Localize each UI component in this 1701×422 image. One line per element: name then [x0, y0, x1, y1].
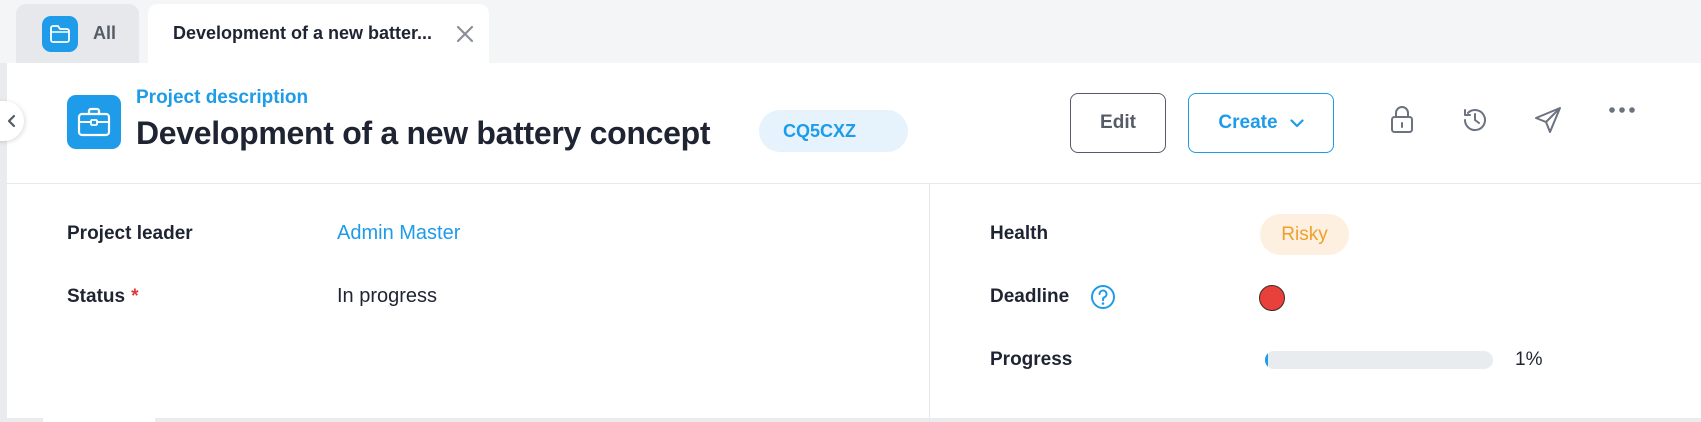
briefcase-icon	[67, 95, 121, 149]
close-icon[interactable]	[453, 22, 477, 46]
create-button-label: Create	[1218, 112, 1278, 133]
tab-all[interactable]: All	[16, 4, 139, 63]
health-badge[interactable]: Risky	[1260, 214, 1349, 255]
project-leader-label: Project leader	[67, 223, 193, 244]
required-mark: *	[131, 286, 139, 307]
health-label: Health	[990, 223, 1049, 244]
progress-percent: 1%	[1515, 349, 1543, 370]
more-icon[interactable]	[1605, 93, 1639, 127]
bottom-strip	[0, 418, 1701, 422]
edit-button[interactable]: Edit	[1070, 93, 1166, 153]
help-icon[interactable]	[1090, 284, 1116, 310]
status-value[interactable]: In progress	[337, 285, 437, 308]
send-icon[interactable]	[1531, 103, 1565, 137]
progress-bar	[1265, 351, 1493, 369]
page-title: Development of a new battery concept	[136, 115, 711, 151]
project-leader-link[interactable]: Admin Master	[337, 222, 460, 245]
column-divider	[929, 184, 930, 418]
chevron-left-icon	[7, 114, 16, 128]
deadline-status-indicator	[1259, 285, 1285, 311]
project-code-badge: CQ5CXZ	[759, 110, 908, 152]
project-header: Project description Development of a new…	[7, 63, 1701, 184]
progress-label: Progress	[990, 349, 1073, 370]
history-icon[interactable]	[1458, 103, 1492, 137]
lock-icon[interactable]	[1385, 103, 1419, 137]
status-label: Status *	[67, 286, 138, 308]
deadline-label: Deadline	[990, 286, 1070, 307]
bottom-tab-indicator	[43, 418, 155, 422]
chevron-down-icon	[1289, 118, 1304, 127]
status-label-text: Status	[67, 286, 126, 307]
tab-project-label: Development of a new batter...	[173, 23, 433, 43]
edit-button-label: Edit	[1100, 112, 1136, 133]
tab-all-label: All	[93, 23, 117, 43]
tab-project[interactable]: Development of a new batter...	[148, 4, 489, 63]
folder-icon	[42, 15, 78, 52]
create-button[interactable]: Create	[1188, 93, 1334, 153]
page-subtitle: Project description	[136, 87, 309, 108]
tab-bar: All Development of a new batter...	[0, 0, 1701, 63]
